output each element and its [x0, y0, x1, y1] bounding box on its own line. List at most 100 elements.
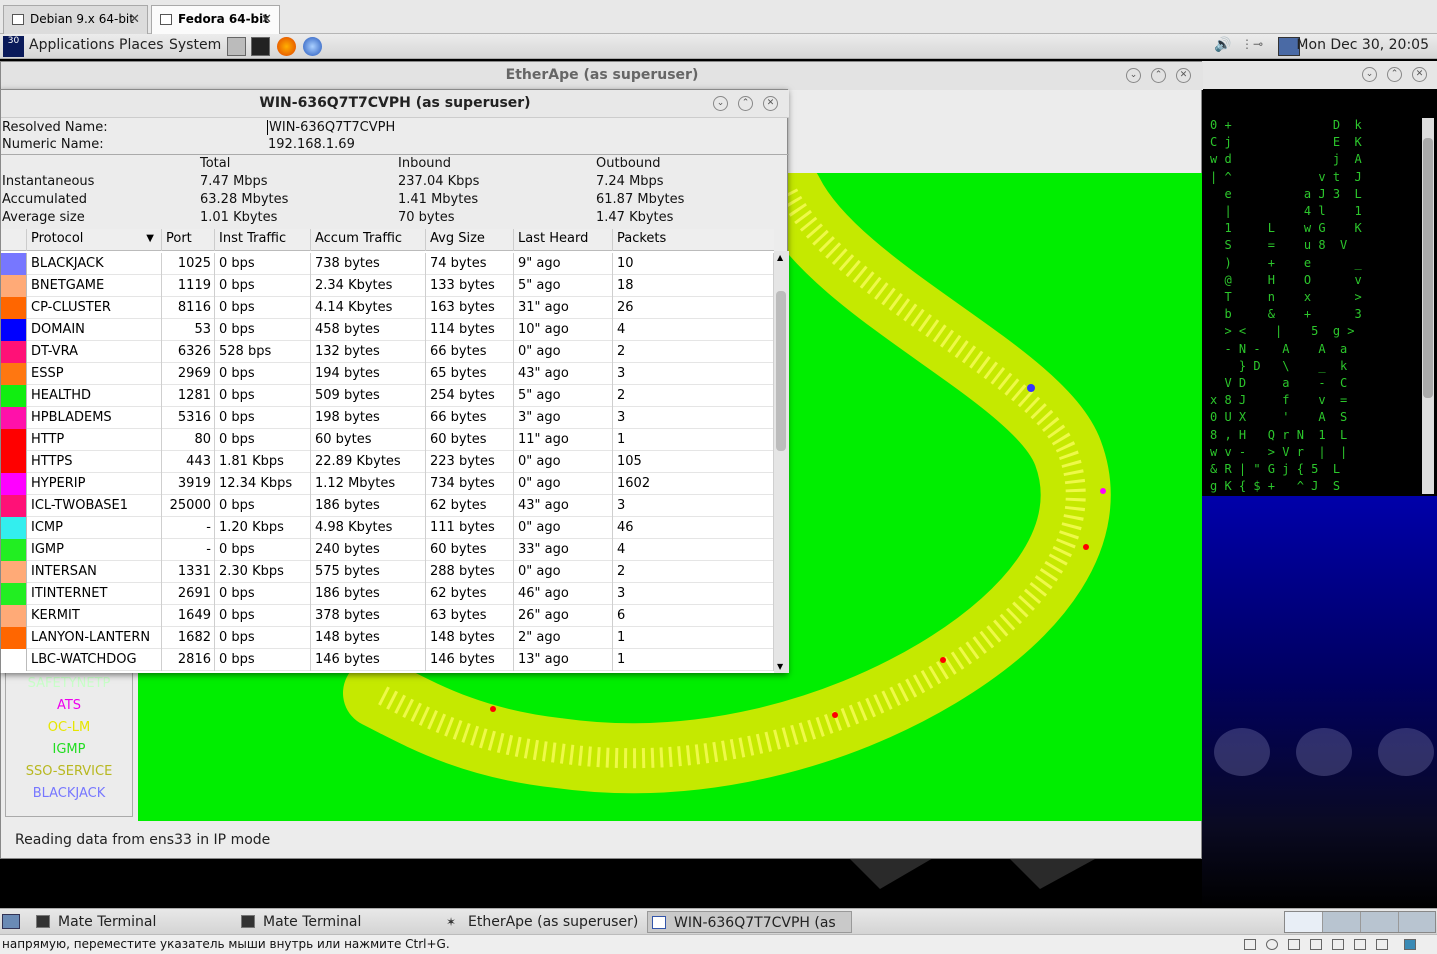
column-header-inst-traffic[interactable]: Inst Traffic [215, 229, 311, 251]
legend-item[interactable]: SAFETYNETP [6, 673, 132, 695]
vm-tab-fedora[interactable]: Fedora 64-bit ✕ [151, 5, 280, 35]
table-row[interactable]: DT-VRA 6326 528 bps 132 bytes 66 bytes 0" ago… [1, 341, 774, 363]
table-row[interactable]: ICMP -1.20 Kbps 4.98 Kbytes 111 bytes 0" ago… [1, 517, 774, 539]
printer-icon[interactable] [1310, 939, 1322, 950]
protocol-inst-traffic: 2.30 Kbps [215, 561, 311, 583]
speaker-icon[interactable] [1376, 939, 1388, 950]
minimize-icon[interactable]: ⌄ [1126, 68, 1141, 83]
node-info-window[interactable]: WIN-636Q7T7CVPH (as superuser) ⌄ ⌃ ✕ Resol… [0, 89, 789, 673]
menu-applications[interactable]: Applications [29, 37, 115, 53]
column-header-color[interactable] [1, 229, 27, 251]
stats-value: 61.87 Mbytes [596, 192, 685, 207]
hdd-icon[interactable] [1244, 939, 1256, 950]
thunderbird-icon[interactable] [303, 37, 322, 56]
column-header-avg-size[interactable]: Avg Size [426, 229, 514, 251]
table-row[interactable]: LANYON-LANTERN 1682 0 bps 148 bytes 148 byte… [1, 627, 774, 649]
table-row[interactable]: KERMIT 1649 0 bps 378 bytes 63 bytes 26" ago 6 [1, 605, 774, 627]
close-icon[interactable]: ✕ [1412, 67, 1427, 82]
table-row[interactable]: HTTP 80 0 bps 60 bytes 60 bytes 11" ago 1 [1, 429, 774, 451]
workspace-switcher[interactable] [1284, 911, 1436, 933]
protocol-name: HTTPS [27, 451, 162, 473]
etherape-titlebar[interactable]: EtherApe (as superuser) [1, 62, 1203, 90]
terminal-titlebar[interactable]: ⌄ ⌃ ✕ [1202, 61, 1437, 89]
calculator-icon[interactable] [227, 37, 246, 56]
maximize-icon[interactable]: ⌃ [1151, 68, 1166, 83]
terminal-icon [241, 915, 255, 928]
table-row[interactable]: HTTPS 443 1.81 Kbps 22.89 Kbytes 223 bytes 0"… [1, 451, 774, 473]
legend-item[interactable]: SSO-SERVICE [6, 761, 132, 783]
column-header-last-heard[interactable]: Last Heard [514, 229, 613, 251]
table-row[interactable]: ITINTERNET 2691 0 bps 186 bytes 62 bytes 46" … [1, 583, 774, 605]
sound-icon[interactable] [1332, 939, 1344, 950]
vpn-icon[interactable]: ⋮⊸ [1241, 37, 1273, 56]
protocol-color-swatch [1, 407, 27, 429]
scrollbar-thumb[interactable] [776, 291, 786, 451]
column-header-port[interactable]: Port [162, 229, 215, 251]
workspace-2[interactable] [1323, 912, 1361, 932]
taskbar-item-terminal-2[interactable]: Mate Terminal [237, 911, 437, 933]
protocol-inst-traffic: 1.20 Kbps [215, 517, 311, 539]
close-icon[interactable]: ✕ [129, 6, 140, 33]
menu-places[interactable]: Places [119, 37, 164, 53]
workspace-badge-icon[interactable]: 30 [3, 36, 24, 57]
protocol-avg-size: 65 bytes [426, 363, 514, 385]
legend-item[interactable]: ATS [6, 695, 132, 717]
taskbar-item-node-window[interactable]: WIN-636Q7T7CVPH (as ... [647, 911, 852, 953]
legend-item[interactable]: OC-LM [6, 717, 132, 739]
terminal-icon[interactable] [251, 37, 270, 56]
maximize-icon[interactable]: ⌃ [738, 96, 753, 111]
table-row[interactable]: DOMAIN 53 0 bps 458 bytes 114 bytes 10" ago 4 [1, 319, 774, 341]
table-row[interactable]: BNETGAME 1119 0 bps 2.34 Kbytes 133 bytes 5" … [1, 275, 774, 297]
protocol-accum-traffic: 4.14 Kbytes [311, 297, 426, 319]
firefox-icon[interactable] [277, 37, 296, 56]
terminal-window[interactable]: ⌄ ⌃ ✕ 0 + D k C j E K w d j A | ^ v t J e … [1202, 61, 1437, 494]
resolved-name-value[interactable]: WIN-636Q7T7CVPH [267, 120, 395, 135]
table-row[interactable]: CP-CLUSTER 8116 0 bps 4.14 Kbytes 163 bytes 3… [1, 297, 774, 319]
protocol-packets: 2 [613, 561, 774, 583]
show-desktop-icon[interactable] [2, 914, 20, 929]
legend-item[interactable]: BLACKJACK [6, 783, 132, 805]
close-icon[interactable]: ✕ [261, 6, 272, 33]
table-row[interactable]: HYPERIP 3919 12.34 Kbps 1.12 Mbytes 734 byte… [1, 473, 774, 495]
close-icon[interactable]: ✕ [763, 96, 778, 111]
usb-icon[interactable] [1354, 939, 1366, 950]
close-icon[interactable]: ✕ [1176, 68, 1191, 83]
legend-item[interactable]: IGMP [6, 739, 132, 761]
table-row[interactable]: ICL-TWOBASE1 25000 0 bps 186 bytes 62 bytes 4… [1, 495, 774, 517]
minimize-icon[interactable]: ⌄ [713, 96, 728, 111]
workspace-3[interactable] [1361, 912, 1399, 932]
column-header-packets[interactable]: Packets [613, 229, 774, 251]
scrollbar-thumb[interactable] [1423, 138, 1433, 398]
column-header-protocol[interactable]: Protocol ▼ [27, 229, 162, 251]
table-row[interactable]: IGMP -0 bps 240 bytes 60 bytes 33" ago 4 [1, 539, 774, 561]
network-adapter-icon[interactable] [1288, 939, 1300, 950]
volume-icon[interactable]: 🔊 [1214, 37, 1231, 56]
protocol-legend: SAFETYNETP ATS OC-LM IGMP SSO-SERVICE BL… [5, 672, 133, 817]
table-row[interactable]: HPBLADEMS 5316 0 bps 198 bytes 66 bytes 3" ag… [1, 407, 774, 429]
scroll-down-icon[interactable]: ▼ [777, 662, 783, 671]
numeric-name-value[interactable]: 192.168.1.69 [268, 137, 355, 152]
taskbar-item-terminal-1[interactable]: Mate Terminal [32, 911, 232, 933]
protocol-name: LBC-WATCHDOG [27, 649, 162, 671]
scroll-up-icon[interactable]: ▲ [777, 253, 783, 262]
table-row[interactable]: INTERSAN 1331 2.30 Kbps 575 bytes 288 bytes 0… [1, 561, 774, 583]
minimize-icon[interactable]: ⌄ [1362, 67, 1377, 82]
terminal-scrollbar[interactable] [1422, 118, 1434, 494]
menu-system[interactable]: System [169, 37, 221, 53]
column-header-accum-traffic[interactable]: Accum Traffic [311, 229, 426, 251]
node-window-titlebar[interactable]: WIN-636Q7T7CVPH (as superuser) [1, 90, 789, 118]
table-row[interactable]: HEALTHD 1281 0 bps 509 bytes 254 bytes 5" ago… [1, 385, 774, 407]
workspace-1[interactable] [1285, 912, 1323, 932]
table-row[interactable]: BLACKJACK 1025 0 bps 738 bytes 74 bytes 9" ag… [1, 253, 774, 275]
panel-clock[interactable]: Mon Dec 30, 20:05 [1296, 37, 1429, 53]
protocol-inst-traffic: 0 bps [215, 319, 311, 341]
maximize-icon[interactable]: ⌃ [1387, 67, 1402, 82]
cd-icon[interactable] [1266, 939, 1278, 950]
taskbar-item-etherape[interactable]: ✶ EtherApe (as superuser) [442, 911, 642, 933]
protocol-table-scrollbar[interactable]: ▲ ▼ [774, 251, 789, 673]
workspace-4[interactable] [1399, 912, 1437, 932]
vm-tab-debian[interactable]: Debian 9.x 64-bit ✕ [3, 5, 148, 34]
message-icon[interactable] [1404, 939, 1416, 950]
table-row[interactable]: LBC-WATCHDOG 2816 0 bps 146 bytes 146 bytes 1… [1, 649, 774, 671]
table-row[interactable]: ESSP 2969 0 bps 194 bytes 65 bytes 43" ago 3 [1, 363, 774, 385]
